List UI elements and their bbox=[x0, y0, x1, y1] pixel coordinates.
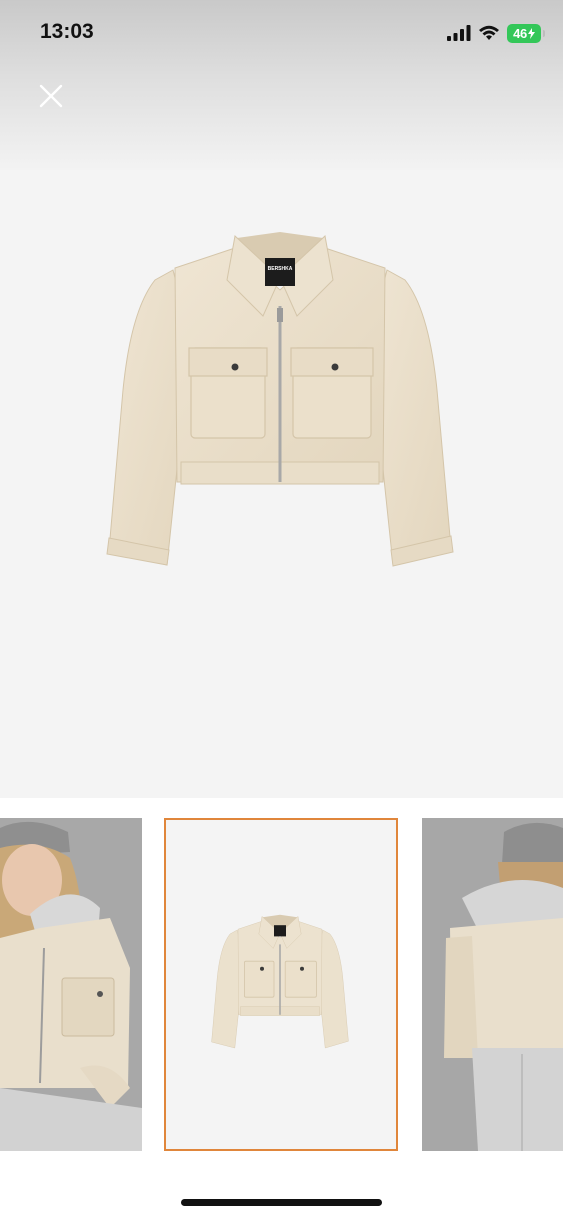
battery-icon: 46 bbox=[507, 23, 545, 43]
close-button[interactable] bbox=[32, 77, 70, 115]
thumbnail-model-front[interactable] bbox=[0, 818, 142, 1151]
jacket-product-thumb bbox=[164, 818, 398, 1151]
status-time: 13:03 bbox=[40, 20, 94, 43]
home-indicator[interactable] bbox=[181, 1199, 382, 1206]
charging-icon bbox=[527, 27, 535, 39]
main-product-image[interactable]: BERSHKA bbox=[0, 0, 563, 798]
close-icon bbox=[39, 84, 63, 108]
thumbnail-product[interactable] bbox=[164, 818, 398, 1151]
thumbnail-model-back[interactable] bbox=[422, 818, 563, 1151]
jacket-illustration: BERSHKA bbox=[106, 232, 454, 567]
status-icons: 46 bbox=[447, 22, 545, 44]
signal-icon bbox=[447, 25, 471, 41]
battery-level: 46 bbox=[513, 25, 527, 41]
thumbnail-strip bbox=[0, 810, 563, 1155]
model-back-photo bbox=[422, 818, 563, 1151]
model-front-photo bbox=[0, 818, 142, 1151]
battery-cap bbox=[543, 29, 545, 37]
brand-label: BERSHKA bbox=[268, 266, 293, 272]
status-bar: 13:03 46 bbox=[0, 0, 563, 68]
wifi-icon bbox=[479, 25, 499, 40]
